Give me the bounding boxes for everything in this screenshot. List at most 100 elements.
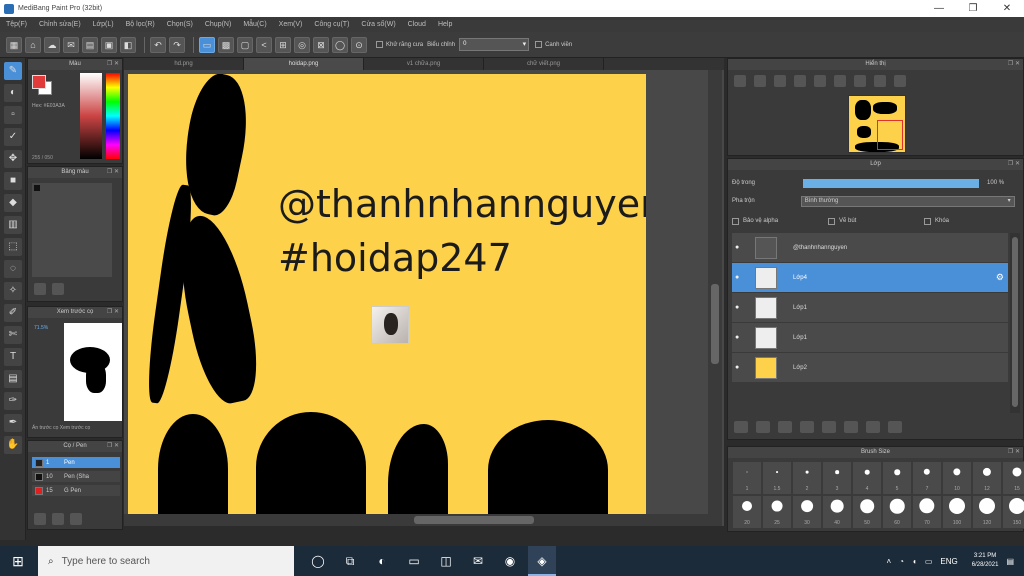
panel-buttons[interactable]: ❐ ✕ xyxy=(107,167,119,178)
taskbar-search[interactable]: ⌕ Type here to search xyxy=(38,546,294,576)
tab-document[interactable]: hd.png xyxy=(124,58,244,70)
redo-icon[interactable]: ↷ xyxy=(169,36,185,53)
menu-filter[interactable]: Bộ lọc(R) xyxy=(126,21,155,28)
brush-size-option[interactable]: 1.5 xyxy=(762,461,792,495)
brush-size-option[interactable]: 20 xyxy=(732,495,762,529)
flip-icon[interactable] xyxy=(874,75,886,87)
snap-settings-icon[interactable]: ⊙ xyxy=(351,36,367,53)
eye-icon[interactable]: ● xyxy=(735,244,745,251)
store-icon[interactable]: ◫ xyxy=(432,546,460,576)
gear-icon[interactable]: ⚙ xyxy=(996,272,1004,283)
brush-size-option[interactable]: 7 xyxy=(912,461,942,495)
bucket-tool-icon[interactable]: ◆ xyxy=(4,194,22,212)
clipping-checkbox[interactable] xyxy=(828,217,835,225)
brush-size-option[interactable]: 70 xyxy=(912,495,942,529)
brush-size-option[interactable]: 12 xyxy=(972,461,1002,495)
protect-alpha-checkbox[interactable] xyxy=(732,217,739,225)
menu-window[interactable]: Cửa sổ(W) xyxy=(361,21,395,28)
hand-tool-icon[interactable]: ✋ xyxy=(4,436,22,454)
snap-checkbox[interactable] xyxy=(535,41,543,48)
scrollbar-thumb[interactable] xyxy=(414,516,534,524)
brush-size-option[interactable]: 100 xyxy=(942,495,972,529)
battery-icon[interactable]: ▭ xyxy=(925,557,933,566)
notification-icon[interactable]: ▤ xyxy=(1006,557,1014,566)
eraser-tool-icon[interactable]: ◐ xyxy=(4,84,22,102)
transform-icon[interactable]: ⊞ xyxy=(275,36,291,53)
chevron-up-icon[interactable]: ˄ xyxy=(886,557,891,566)
panel-buttons[interactable]: ❐ ✕ xyxy=(107,59,119,70)
brush-size-option[interactable]: 1 xyxy=(732,461,762,495)
brush-size-option[interactable]: 2 xyxy=(792,461,822,495)
maximize-button[interactable]: ❐ xyxy=(956,0,990,17)
brush-size-option[interactable]: 5 xyxy=(882,461,912,495)
menu-pattern[interactable]: Mẫu(C) xyxy=(243,21,266,28)
menu-snap[interactable]: Chụp(N) xyxy=(205,21,231,28)
duplicate-layer-icon[interactable] xyxy=(778,421,792,433)
protect-alpha-toggle[interactable]: Bảo vệ alpha xyxy=(732,215,828,227)
file-explorer-icon[interactable]: ▭ xyxy=(400,546,428,576)
brush-size-option[interactable]: 60 xyxy=(882,495,912,529)
chrome-icon[interactable]: ◉ xyxy=(496,546,524,576)
chat-icon[interactable]: ✉ xyxy=(63,36,79,53)
correction-select[interactable]: 0 xyxy=(459,38,530,51)
viewport-indicator[interactable] xyxy=(877,120,903,150)
color-hue-bar[interactable] xyxy=(106,73,120,159)
snap-off-icon[interactable]: ◯ xyxy=(332,36,348,53)
language-indicator[interactable]: ENG xyxy=(940,557,957,566)
select-tool-icon[interactable]: ⬚ xyxy=(4,238,22,256)
brush-size-option[interactable]: 15 xyxy=(1002,461,1024,495)
new-layer-icon[interactable] xyxy=(734,421,748,433)
cortana-icon[interactable]: ◯ xyxy=(304,546,332,576)
rotate-right-icon[interactable] xyxy=(834,75,846,87)
layer-row[interactable]: ● Lớp4 ⚙ xyxy=(732,263,1008,292)
menu-layer[interactable]: Lớp(L) xyxy=(93,21,114,28)
layer-scrollbar[interactable] xyxy=(1010,233,1020,413)
flip-icon[interactable]: ⊠ xyxy=(313,36,329,53)
menu-select[interactable]: Chọn(S) xyxy=(167,21,193,28)
document-icon[interactable]: ▤ xyxy=(82,36,98,53)
tab-document[interactable]: hoidap.png xyxy=(244,58,364,70)
cloud-icon[interactable]: ☁ xyxy=(44,36,60,53)
undo-icon[interactable]: ↶ xyxy=(150,36,166,53)
zoom-in-icon[interactable] xyxy=(734,75,746,87)
network-icon[interactable]: ◔ xyxy=(899,557,904,566)
eye-icon[interactable]: ● xyxy=(735,304,745,311)
layer-row[interactable]: ● Lớp1 xyxy=(732,323,1008,352)
layer-row[interactable]: ● @thanhnhannguyen xyxy=(732,233,1008,262)
blur-tool-icon[interactable]: ✒ xyxy=(4,414,22,432)
invert-icon[interactable]: < xyxy=(256,36,272,53)
eye-icon[interactable]: ● xyxy=(735,274,745,281)
brush-size-option[interactable]: 120 xyxy=(972,495,1002,529)
brush-size-option[interactable]: 10 xyxy=(942,461,972,495)
medibang-app-icon[interactable]: ◈ xyxy=(528,546,556,576)
menu-help[interactable]: Help xyxy=(438,21,452,28)
canvas-vertical-scrollbar[interactable] xyxy=(708,70,722,526)
volume-icon[interactable]: ◖ xyxy=(912,557,917,566)
brush-size-option[interactable]: 50 xyxy=(852,495,882,529)
deselect-icon[interactable]: ▢ xyxy=(237,36,253,53)
brush-menu-icon[interactable] xyxy=(70,513,82,525)
clipping-toggle[interactable]: Vẽ bút xyxy=(828,215,924,227)
divide-tool-icon[interactable]: ▤ xyxy=(4,370,22,388)
eye-icon[interactable]: ● xyxy=(735,334,745,341)
lock-checkbox[interactable] xyxy=(924,217,931,225)
blend-mode-select[interactable]: Bình thường xyxy=(800,195,1015,207)
canvas-area[interactable]: @thanhnhannguyen #hoidap247 xyxy=(124,70,724,526)
foreground-color-swatch[interactable] xyxy=(32,75,46,89)
overview-thumbnail[interactable] xyxy=(848,95,906,153)
home-icon[interactable]: ⌂ xyxy=(25,36,41,53)
folder-icon[interactable] xyxy=(822,421,836,433)
select-pen-tool-icon[interactable]: ✐ xyxy=(4,304,22,322)
brush-size-option[interactable]: 4 xyxy=(852,461,882,495)
move-layer-icon[interactable] xyxy=(866,421,880,433)
fit-icon[interactable] xyxy=(774,75,786,87)
eye-icon[interactable]: ● xyxy=(735,364,745,371)
menu-view[interactable]: Xem(V) xyxy=(279,21,303,28)
pen-row[interactable]: 1 Pen xyxy=(32,457,120,468)
menu-cloud[interactable]: Cloud xyxy=(408,21,426,28)
panel-buttons[interactable]: ❐ ✕ xyxy=(1008,159,1020,170)
new-halftone-layer-icon[interactable] xyxy=(756,421,770,433)
actual-size-icon[interactable] xyxy=(794,75,806,87)
panel-buttons[interactable]: ❐ ✕ xyxy=(1008,447,1020,458)
tab-document[interactable]: chữ viết.png xyxy=(484,58,604,70)
